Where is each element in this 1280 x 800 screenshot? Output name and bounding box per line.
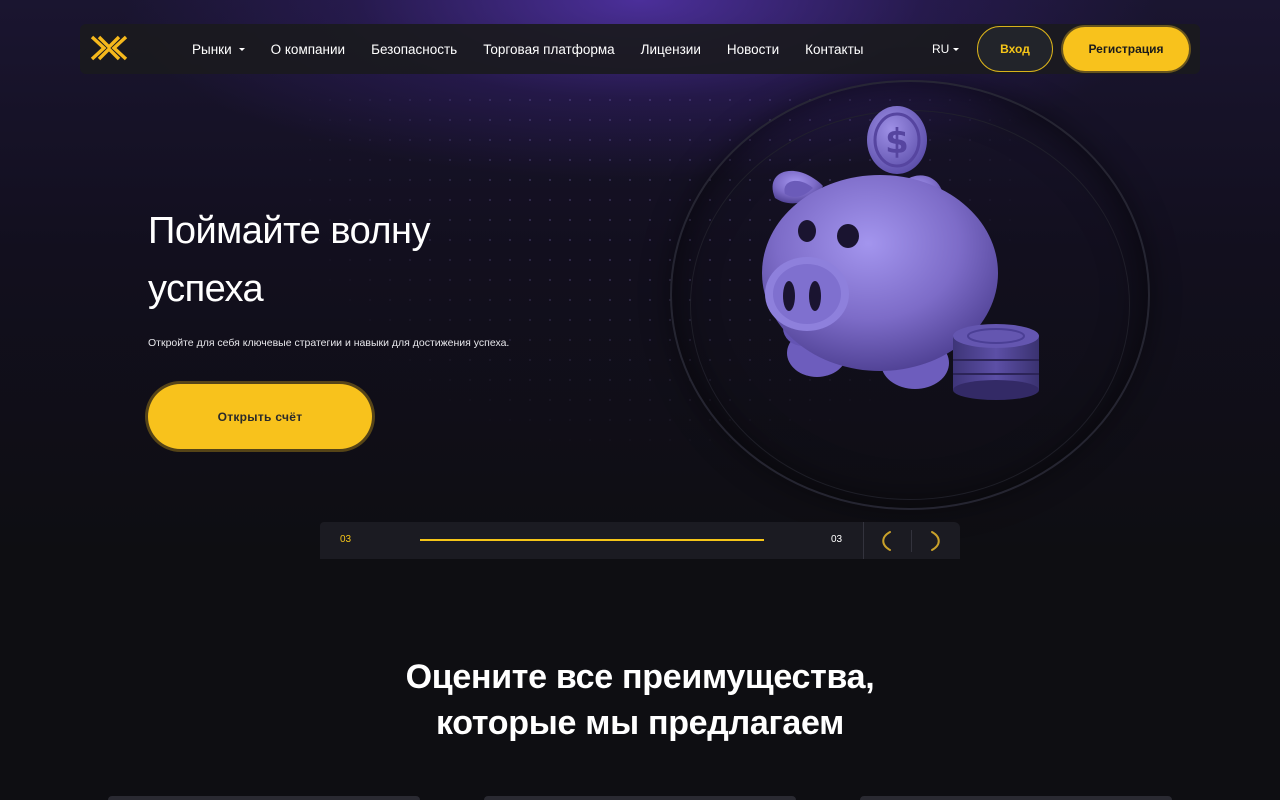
hero-title-line2: успеха (148, 268, 264, 310)
hero-title: Поймайте волну успеха (148, 202, 568, 318)
chevron-right-icon (931, 531, 940, 551)
nav-security[interactable]: Безопасность (371, 42, 457, 57)
nav-platform-label: Торговая платформа (483, 41, 615, 57)
nav-licenses[interactable]: Лицензии (641, 42, 701, 57)
advantage-card (484, 796, 796, 800)
chevron-left-icon (882, 531, 891, 551)
slider-divider (863, 522, 864, 559)
slide-total: 03 (831, 534, 843, 545)
slider-next-button[interactable] (923, 529, 947, 553)
advantage-card (108, 796, 420, 800)
svg-text:$: $ (885, 122, 909, 162)
piggy-bank-illustration: $ (745, 98, 1055, 403)
language-label: RU (932, 42, 950, 56)
main-nav: Рынки О компании Безопасность Торговая п… (192, 24, 889, 74)
nav-licenses-label: Лицензии (640, 41, 701, 57)
nav-markets-label: Рынки (192, 41, 232, 57)
slider-prev-button[interactable] (875, 529, 899, 553)
open-account-button[interactable]: Открыть счёт (148, 384, 372, 449)
nav-markets[interactable]: Рынки (192, 42, 245, 57)
advantage-card (860, 796, 1172, 800)
advantages-title-line2: которые мы предлагаем (436, 704, 844, 742)
nav-security-label: Безопасность (371, 41, 458, 57)
nav-about-label: О компании (270, 41, 346, 57)
register-button[interactable]: Регистрация (1063, 27, 1189, 71)
hero-subtitle: Откройте для себя ключевые стратегии и н… (148, 337, 510, 349)
hero-slider-controls: 03 03 (320, 522, 960, 559)
nav-about[interactable]: О компании (271, 42, 345, 57)
slide-current: 03 (340, 534, 352, 545)
nav-platform[interactable]: Торговая платформа (483, 42, 614, 57)
advantages-title-line1: Оцените все преимущества, (405, 658, 875, 696)
nav-news-label: Новости (726, 41, 780, 57)
chevron-down-icon (953, 47, 960, 51)
logo-icon[interactable] (90, 33, 128, 63)
login-button[interactable]: Вход (977, 26, 1053, 72)
chevron-down-icon (238, 47, 245, 51)
advantages-title: Оцените все преимущества, которые мы пре… (290, 654, 990, 746)
site-header: Рынки О компании Безопасность Торговая п… (80, 24, 1200, 74)
slider-divider (911, 530, 912, 552)
language-selector[interactable]: RU (932, 42, 960, 56)
hero-title-line1: Поймайте волну (148, 210, 431, 252)
nav-contacts[interactable]: Контакты (805, 42, 863, 57)
nav-contacts-label: Контакты (805, 41, 864, 57)
slide-progress-bar (420, 539, 764, 541)
nav-news[interactable]: Новости (727, 42, 779, 57)
